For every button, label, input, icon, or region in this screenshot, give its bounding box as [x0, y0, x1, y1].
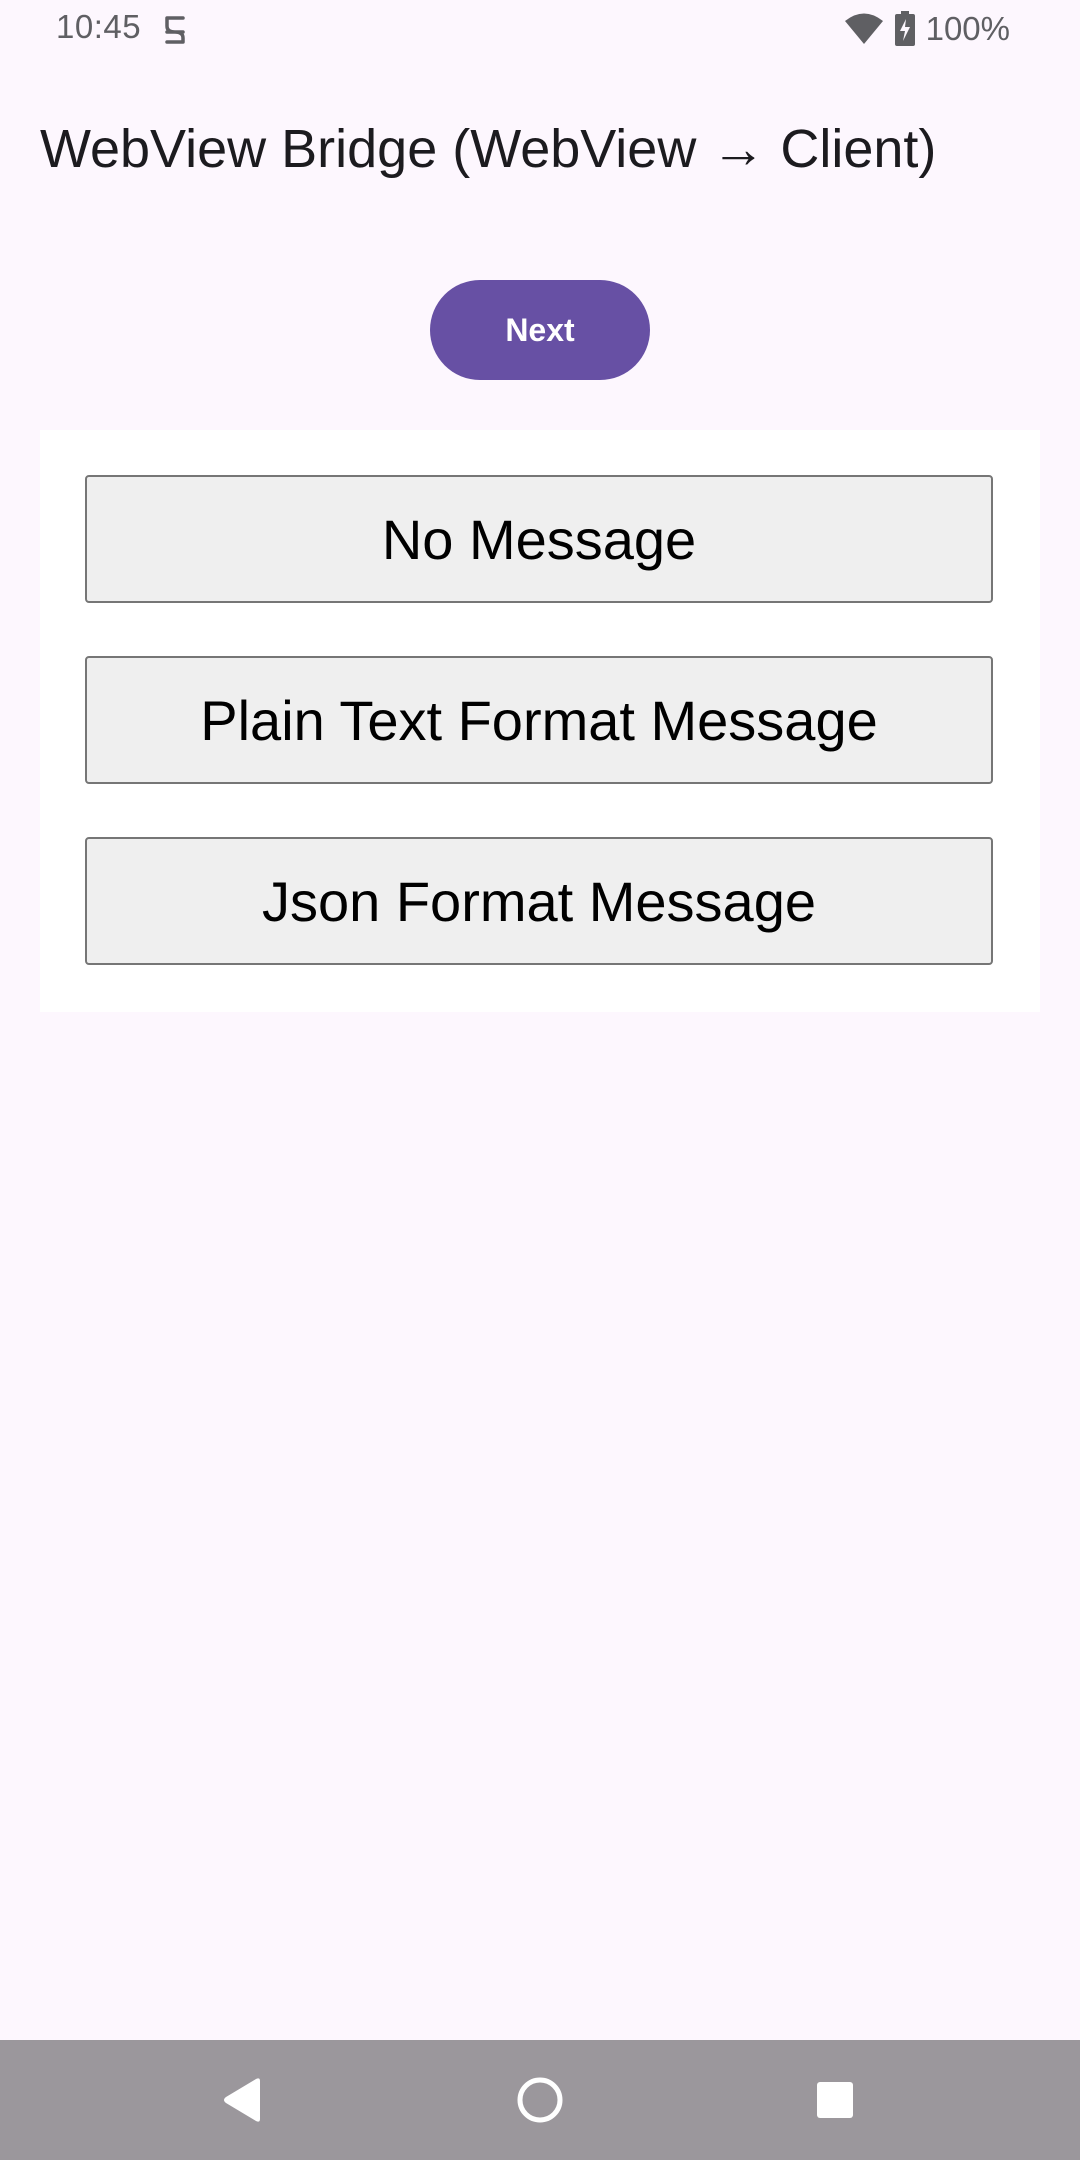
navigation-bar [0, 2040, 1080, 2160]
battery-percent: 100% [925, 10, 1010, 47]
recents-button[interactable] [795, 2060, 875, 2140]
battery-charging-icon [894, 11, 915, 46]
recents-icon [817, 2082, 853, 2118]
back-button[interactable] [202, 2060, 282, 2140]
status-time: 10:45 [56, 8, 142, 45]
json-message-button[interactable]: Json Format Message [85, 837, 993, 965]
no-message-button[interactable]: No Message [85, 475, 993, 603]
status-bar: 10:45 100% [0, 0, 1080, 58]
app-notification-icon [165, 16, 185, 44]
wifi-icon [844, 13, 883, 44]
home-icon [517, 2077, 563, 2123]
webview-panel: No Message Plain Text Format Message Jso… [40, 430, 1040, 1012]
page-title: WebView Bridge (WebView → Client) [40, 119, 937, 179]
home-button[interactable] [500, 2060, 580, 2140]
back-icon [224, 2078, 260, 2122]
next-button[interactable]: Next [430, 280, 650, 380]
status-icons: 100% [844, 8, 1010, 50]
plain-text-message-button[interactable]: Plain Text Format Message [85, 656, 993, 784]
